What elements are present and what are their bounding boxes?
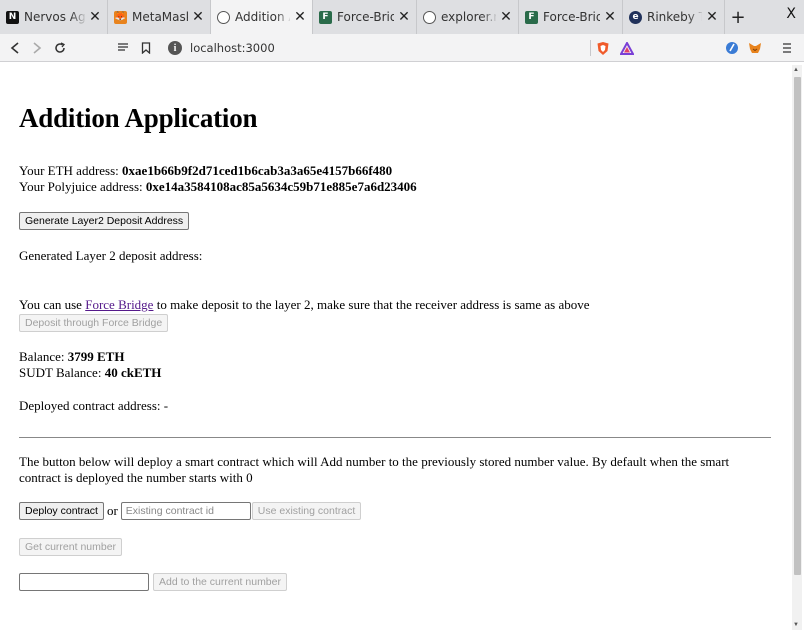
browser-toolbar: i localhost:3000 bbox=[0, 34, 804, 62]
brave-shield-icon[interactable] bbox=[594, 39, 612, 57]
get-current-number-button[interactable]: Get current number bbox=[19, 538, 123, 556]
deploy-contract-button[interactable]: Deploy contract bbox=[19, 502, 104, 520]
deploy-description: The button below will deploy a smart con… bbox=[19, 454, 730, 485]
force-bridge-favicon-icon: F bbox=[319, 10, 332, 24]
address-bar[interactable]: i localhost:3000 bbox=[160, 37, 588, 59]
eth-address-label: Your ETH address: bbox=[19, 163, 123, 178]
tab-bar: N Nervos Aggregator ✕ 🦊 MetaMask ✕ Addit… bbox=[0, 0, 804, 34]
page-title: Addition Application bbox=[19, 103, 258, 133]
deposit-note: You can use Force Bridge to make deposit… bbox=[19, 297, 590, 313]
extension-icon[interactable] bbox=[723, 39, 741, 57]
metamask-fox-favicon-icon: 🦊 bbox=[114, 10, 127, 24]
deposit-force-bridge-button[interactable]: Deposit through Force Bridge bbox=[19, 314, 169, 332]
etherscan-favicon-icon: e bbox=[629, 10, 642, 24]
tab-close-icon[interactable]: ✕ bbox=[604, 9, 616, 25]
tab-nervos[interactable]: N Nervos Aggregator ✕ bbox=[0, 0, 108, 34]
nervos-favicon-icon: N bbox=[6, 10, 19, 24]
force-bridge-favicon-icon: F bbox=[525, 10, 538, 24]
tab-title: Force-Bridge bbox=[543, 10, 600, 24]
sudt-balance-label: SUDT Balance: bbox=[19, 365, 105, 380]
polyjuice-address-label: Your Polyjuice address: bbox=[19, 179, 146, 194]
eth-address-value: 0xae1b66b9f2d71ced1b6cab3a3a65e4157b66f4… bbox=[122, 163, 393, 178]
globe-favicon-icon bbox=[217, 10, 230, 24]
tab-explorer[interactable]: explorer.nervos.org ✕ bbox=[417, 0, 519, 34]
add-to-current-number-button[interactable]: Add to the current number bbox=[153, 573, 287, 591]
or-text: or bbox=[106, 503, 118, 518]
site-info-icon[interactable]: i bbox=[168, 41, 182, 55]
forward-icon[interactable] bbox=[28, 39, 46, 57]
menu-icon[interactable] bbox=[778, 39, 796, 57]
page-scrollbar[interactable]: ▲ ▼ bbox=[792, 65, 802, 630]
tab-close-icon[interactable]: ✕ bbox=[398, 9, 410, 25]
new-tab-button[interactable]: + bbox=[725, 0, 751, 34]
tab-close-icon[interactable]: ✕ bbox=[294, 9, 306, 25]
tab-close-icon[interactable]: ✕ bbox=[500, 9, 512, 25]
eth-address-row: Your ETH address: 0xae1b66b9f2d71ced1b6c… bbox=[19, 163, 392, 179]
reader-mode-icon[interactable] bbox=[114, 39, 132, 57]
divider bbox=[19, 437, 771, 438]
balance-value: 3799 ETH bbox=[67, 349, 125, 364]
polyjuice-address-row: Your Polyjuice address: 0xe14a3584108ac8… bbox=[19, 179, 417, 195]
reload-icon[interactable] bbox=[51, 39, 69, 57]
existing-contract-id-input[interactable] bbox=[120, 502, 251, 520]
bookmark-icon[interactable] bbox=[137, 39, 155, 57]
tab-force-bridge[interactable]: F Force-Bridge ✕ bbox=[313, 0, 417, 34]
tab-rinkeby[interactable]: e Rinkeby Transaction ✕ bbox=[623, 0, 725, 34]
force-bridge-link[interactable]: Force Bridge bbox=[85, 297, 153, 312]
balance-row: Balance: 3799 ETH bbox=[19, 349, 124, 365]
brave-rewards-icon[interactable] bbox=[618, 39, 636, 57]
tab-close-icon[interactable]: ✕ bbox=[706, 9, 718, 25]
tab-close-icon[interactable]: ✕ bbox=[89, 9, 101, 25]
generate-deposit-address-button[interactable]: Generate Layer2 Deposit Address bbox=[19, 212, 190, 230]
polyjuice-address-value: 0xe14a3584108ac85a5634c59b71e885e7a6d234… bbox=[145, 179, 417, 194]
tab-addition-application[interactable]: Addition Application ✕ bbox=[211, 0, 313, 34]
tab-force-bridge-2[interactable]: F Force-Bridge ✕ bbox=[519, 0, 623, 34]
scroll-down-arrow-icon[interactable]: ▼ bbox=[793, 622, 799, 628]
globe-favicon-icon bbox=[423, 10, 436, 24]
tab-metamask[interactable]: 🦊 MetaMask ✕ bbox=[108, 0, 211, 34]
deposit-note-prefix: You can use bbox=[19, 297, 86, 312]
url-text[interactable]: localhost:3000 bbox=[190, 41, 275, 55]
deposit-note-suffix: to make deposit to the layer 2, make sur… bbox=[153, 297, 590, 312]
deployed-contract-address: Deployed contract address: - bbox=[19, 398, 169, 413]
metamask-extension-icon[interactable] bbox=[746, 39, 764, 57]
sudt-balance-row: SUDT Balance: 40 ckETH bbox=[19, 365, 161, 381]
tab-close-icon[interactable]: ✕ bbox=[192, 9, 204, 25]
add-number-input[interactable] bbox=[19, 573, 149, 591]
deposit-address-label: Generated Layer 2 deposit address: bbox=[19, 248, 203, 263]
window-close-button[interactable]: X bbox=[786, 6, 796, 22]
scroll-up-arrow-icon[interactable]: ▲ bbox=[793, 67, 799, 73]
balance-label: Balance: bbox=[19, 349, 68, 364]
tab-title: MetaMask bbox=[132, 10, 188, 24]
tab-title: Force-Bridge bbox=[337, 10, 394, 24]
back-icon[interactable] bbox=[6, 39, 24, 57]
use-existing-contract-button[interactable]: Use existing contract bbox=[251, 502, 362, 520]
sudt-balance-value: 40 ckETH bbox=[104, 365, 162, 380]
scrollbar-thumb[interactable] bbox=[794, 77, 801, 575]
